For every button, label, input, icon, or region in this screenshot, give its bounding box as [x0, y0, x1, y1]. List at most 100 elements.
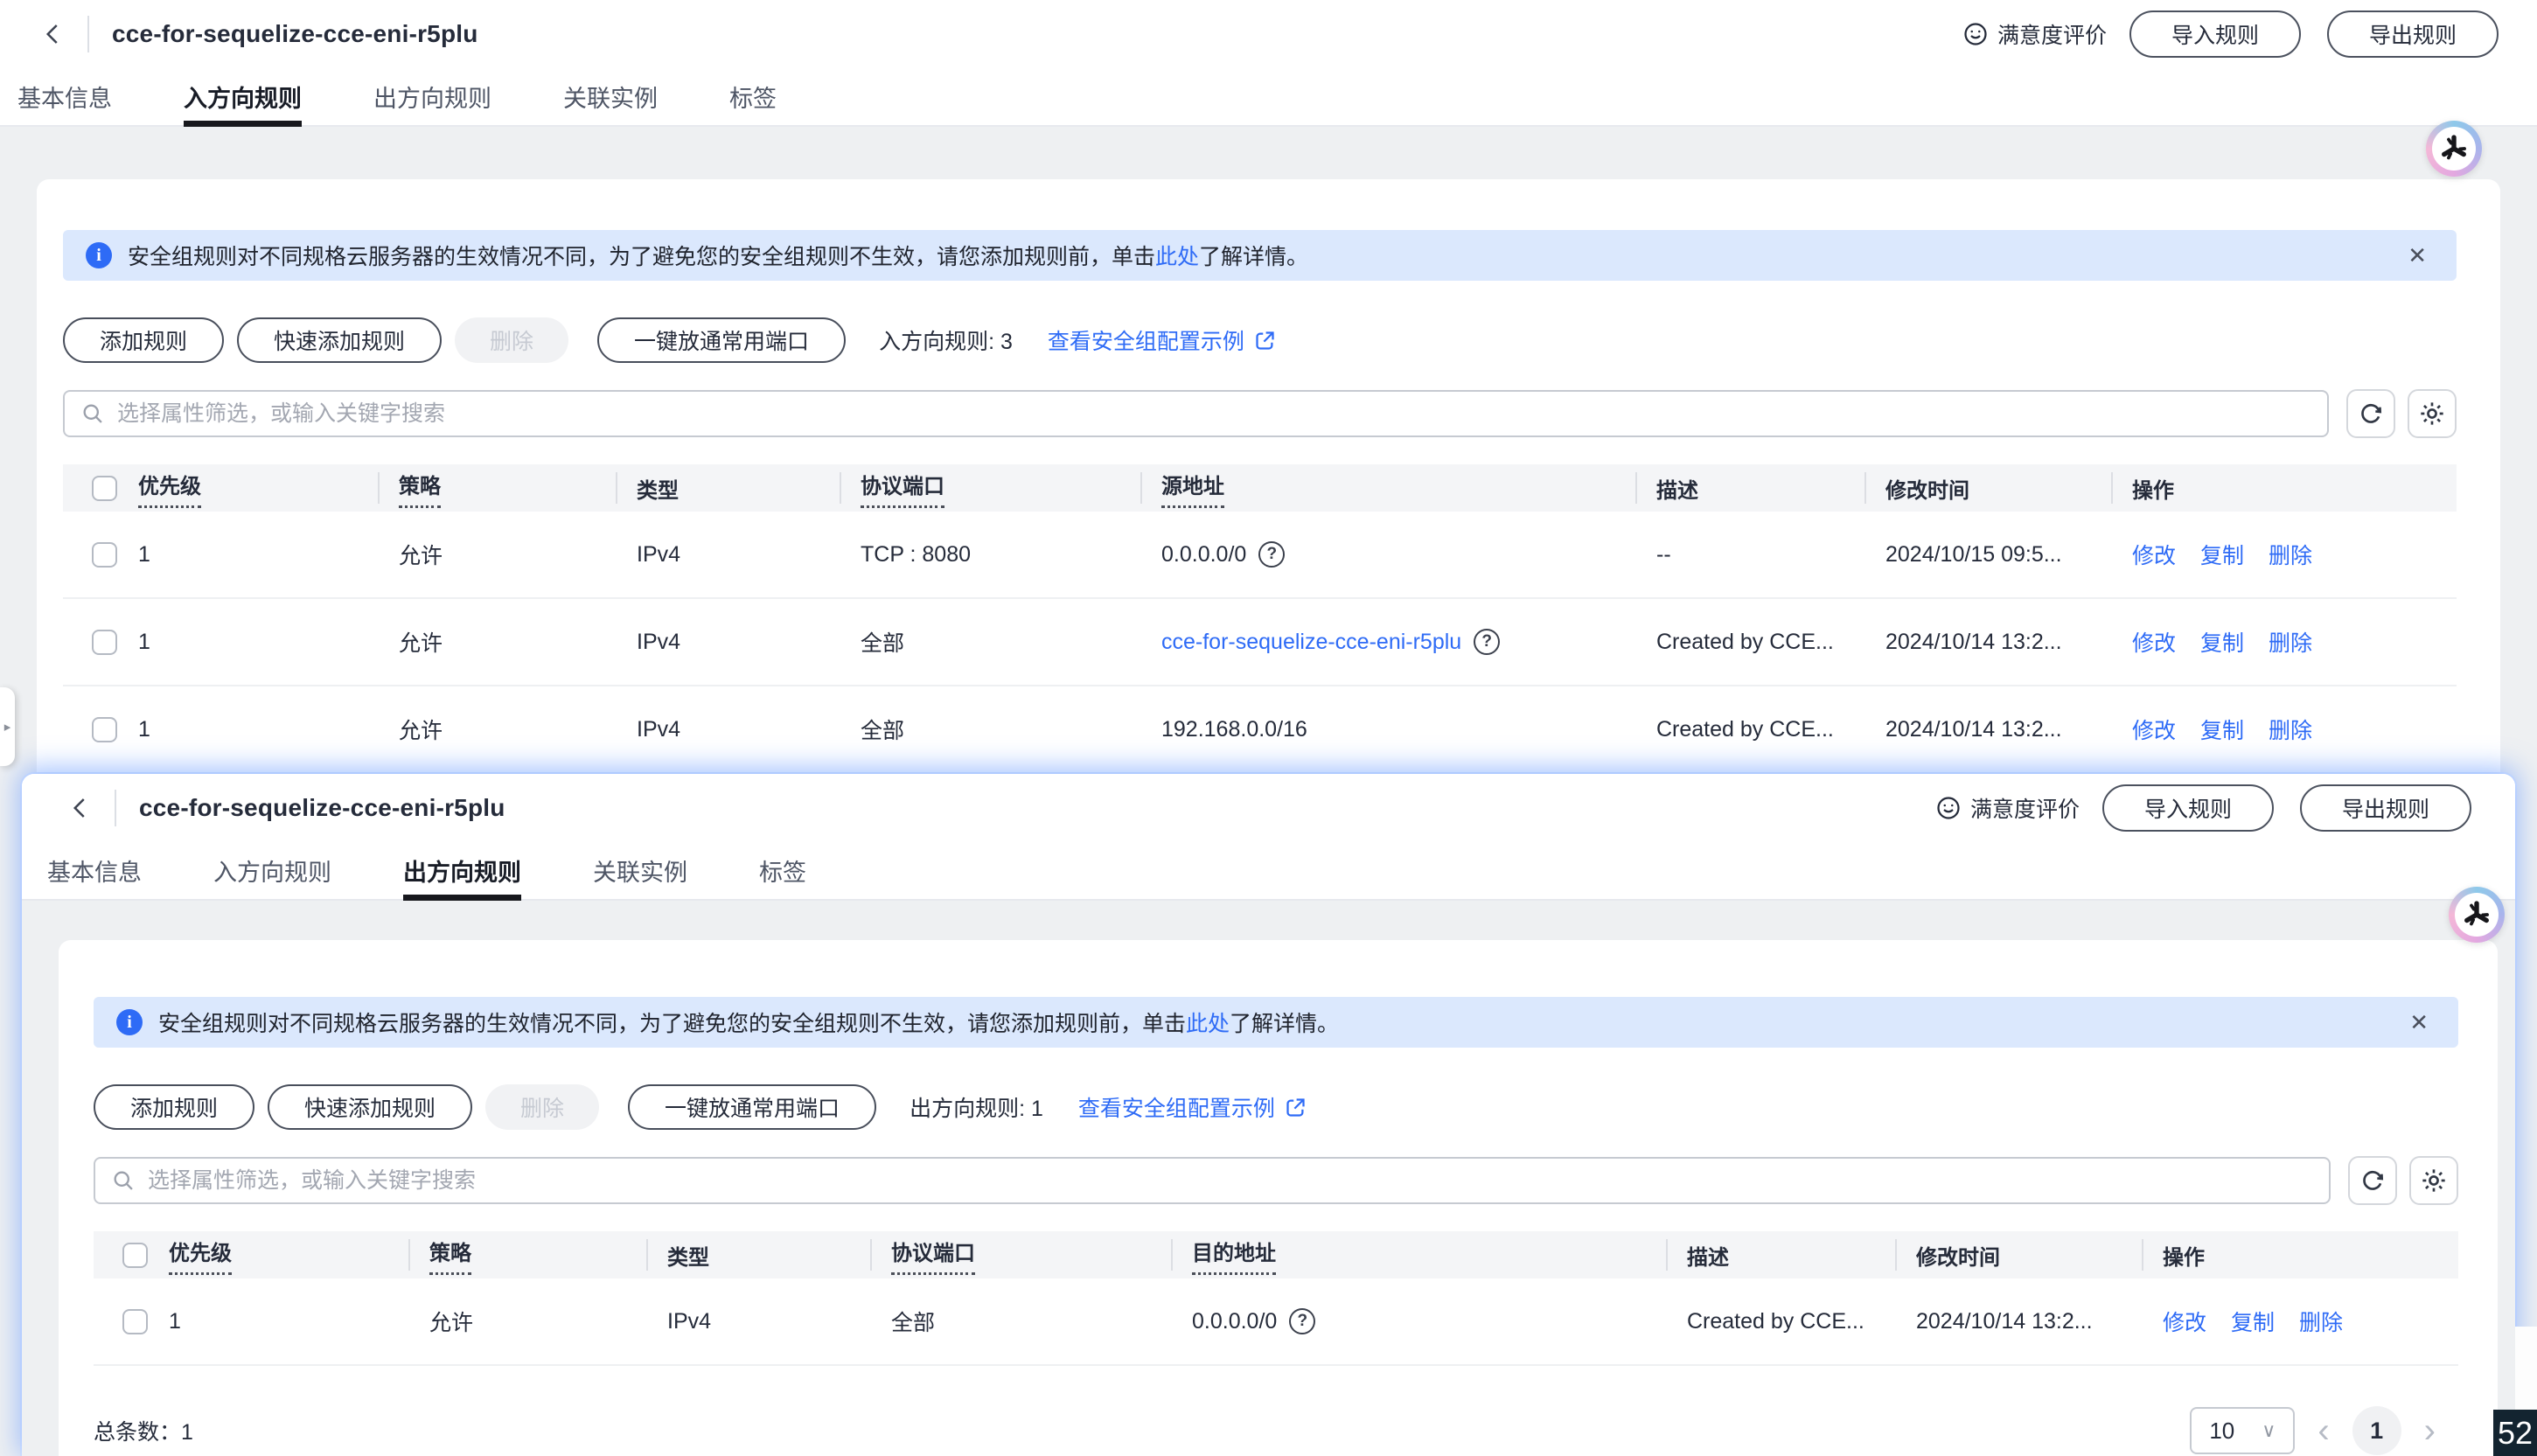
- copy-link[interactable]: 复制: [2200, 539, 2244, 570]
- page-size-select[interactable]: 10 ∨: [2190, 1407, 2295, 1454]
- search-input[interactable]: [117, 401, 2311, 427]
- gear-icon: [2418, 400, 2446, 428]
- column-settings-button[interactable]: [2408, 389, 2457, 438]
- tab-associated-instances[interactable]: 关联实例: [593, 842, 687, 899]
- tab-inbound-rules[interactable]: 入方向规则: [184, 68, 302, 125]
- next-page-button[interactable]: ›: [2424, 1413, 2436, 1448]
- banner-link[interactable]: 此处: [1155, 240, 1199, 271]
- back-button[interactable]: [38, 19, 68, 49]
- copy-link[interactable]: 复制: [2231, 1306, 2275, 1337]
- import-rules-button[interactable]: 导入规则: [2102, 784, 2274, 832]
- row-checkbox[interactable]: [92, 717, 117, 742]
- delete-link[interactable]: 删除: [2269, 714, 2312, 745]
- config-example-label: 查看安全组配置示例: [1078, 1091, 1275, 1123]
- cell-modified: 2024/10/14 13:2...: [1864, 630, 2111, 655]
- pagination-footer: 总条数：1 10 ∨ ‹ 1 ›: [94, 1406, 2458, 1455]
- tab-inbound-rules[interactable]: 入方向规则: [213, 842, 331, 899]
- delete-link[interactable]: 删除: [2269, 539, 2312, 570]
- tab-basic-info[interactable]: 基本信息: [47, 842, 142, 899]
- help-icon[interactable]: ?: [1289, 1308, 1315, 1334]
- column-settings-button[interactable]: [2409, 1156, 2458, 1205]
- cell-source: 192.168.0.0/16: [1140, 717, 1635, 742]
- add-rule-button[interactable]: 添加规则: [63, 317, 224, 363]
- quick-add-rule-button[interactable]: 快速添加规则: [268, 1084, 472, 1130]
- cell-protocol: 全部: [870, 1306, 1171, 1337]
- banner-close-icon[interactable]: ✕: [2408, 242, 2427, 269]
- prev-page-button[interactable]: ‹: [2317, 1413, 2329, 1448]
- row-checkbox[interactable]: [122, 1309, 148, 1334]
- assistant-logo-badge[interactable]: [2426, 121, 2482, 177]
- refresh-button[interactable]: [2348, 1156, 2397, 1205]
- rule-count-label: 入方向规则: 3: [879, 324, 1013, 356]
- back-chevron-icon: [40, 21, 66, 47]
- col-priority: 优先级: [117, 464, 378, 512]
- tab-tags[interactable]: 标签: [729, 68, 777, 125]
- feedback-button[interactable]: 满意度评价: [1935, 792, 2080, 824]
- col-strategy: 策略: [378, 464, 616, 512]
- cell-description: --: [1635, 542, 1864, 568]
- help-icon[interactable]: ?: [1474, 629, 1500, 655]
- config-example-link[interactable]: 查看安全组配置示例: [1078, 1091, 1307, 1123]
- open-common-ports-button[interactable]: 一键放通常用端口: [597, 317, 846, 363]
- select-all-checkbox[interactable]: [92, 476, 117, 501]
- cell-modified: 2024/10/14 13:2...: [1895, 1309, 2142, 1334]
- cell-strategy: 允许: [378, 539, 616, 570]
- delete-button[interactable]: 删除: [455, 317, 568, 363]
- modify-link[interactable]: 修改: [2163, 1306, 2206, 1337]
- cell-description: Created by CCE...: [1635, 630, 1864, 655]
- quick-add-rule-button[interactable]: 快速添加规则: [237, 317, 442, 363]
- current-page-button[interactable]: 1: [2352, 1406, 2401, 1455]
- corner-counter-badge: 52: [2493, 1410, 2537, 1456]
- table-header-row: 优先级 策略 类型 协议端口 目的地址 描述 修改时间 操作: [94, 1231, 2458, 1278]
- external-link-icon: [1284, 1096, 1307, 1119]
- delete-link[interactable]: 删除: [2269, 626, 2312, 658]
- help-icon[interactable]: ?: [1258, 541, 1285, 568]
- open-common-ports-button[interactable]: 一键放通常用端口: [628, 1084, 876, 1130]
- import-rules-button[interactable]: 导入规则: [2129, 10, 2301, 58]
- search-icon: [111, 1168, 136, 1193]
- banner-close-icon[interactable]: ✕: [2409, 1009, 2429, 1036]
- search-row: [94, 1156, 2458, 1205]
- refresh-button[interactable]: [2346, 389, 2395, 438]
- cell-priority: 1: [117, 542, 378, 568]
- cell-protocol: 全部: [840, 626, 1140, 658]
- export-rules-button[interactable]: 导出规则: [2327, 10, 2499, 58]
- filter-search-box[interactable]: [63, 390, 2329, 437]
- filter-search-box[interactable]: [94, 1157, 2331, 1204]
- assistant-logo-badge[interactable]: [2449, 887, 2505, 943]
- col-strategy: 策略: [408, 1231, 646, 1278]
- modify-link[interactable]: 修改: [2132, 714, 2176, 745]
- col-description: 描述: [1666, 1231, 1895, 1278]
- copy-link[interactable]: 复制: [2200, 626, 2244, 658]
- cell-priority: 1: [117, 630, 378, 655]
- search-input[interactable]: [148, 1168, 2313, 1194]
- config-example-link[interactable]: 查看安全组配置示例: [1048, 324, 1277, 356]
- back-button[interactable]: [66, 793, 95, 823]
- cell-actions: 修改 复制 删除: [2111, 539, 2457, 570]
- copy-link[interactable]: 复制: [2200, 714, 2244, 745]
- tab-outbound-rules[interactable]: 出方向规则: [373, 68, 491, 125]
- select-all-checkbox[interactable]: [122, 1243, 148, 1268]
- source-group-link[interactable]: cce-for-sequelize-cce-eni-r5plu: [1161, 630, 1461, 655]
- back-chevron-icon: [67, 795, 94, 821]
- modify-link[interactable]: 修改: [2132, 539, 2176, 570]
- cell-description: Created by CCE...: [1635, 717, 1864, 742]
- add-rule-button[interactable]: 添加规则: [94, 1084, 254, 1130]
- delete-link[interactable]: 删除: [2299, 1306, 2343, 1337]
- page-title: cce-for-sequelize-cce-eni-r5plu: [139, 794, 505, 822]
- tab-tags[interactable]: 标签: [759, 842, 806, 899]
- tab-bar: 基本信息 入方向规则 出方向规则 关联实例 标签: [22, 842, 2515, 901]
- tab-basic-info[interactable]: 基本信息: [17, 68, 112, 125]
- export-rules-button[interactable]: 导出规则: [2300, 784, 2471, 832]
- smiley-icon: [1935, 795, 1962, 821]
- delete-button[interactable]: 删除: [485, 1084, 599, 1130]
- total-count-label: 总条数：: [94, 1420, 181, 1445]
- banner-link[interactable]: 此处: [1186, 1007, 1230, 1038]
- side-panel-expand-handle[interactable]: ▸: [0, 687, 15, 766]
- row-checkbox[interactable]: [92, 542, 117, 568]
- modify-link[interactable]: 修改: [2132, 626, 2176, 658]
- tab-outbound-rules[interactable]: 出方向规则: [403, 842, 521, 899]
- tab-associated-instances[interactable]: 关联实例: [563, 68, 658, 125]
- row-checkbox[interactable]: [92, 630, 117, 655]
- feedback-button[interactable]: 满意度评价: [1962, 18, 2107, 50]
